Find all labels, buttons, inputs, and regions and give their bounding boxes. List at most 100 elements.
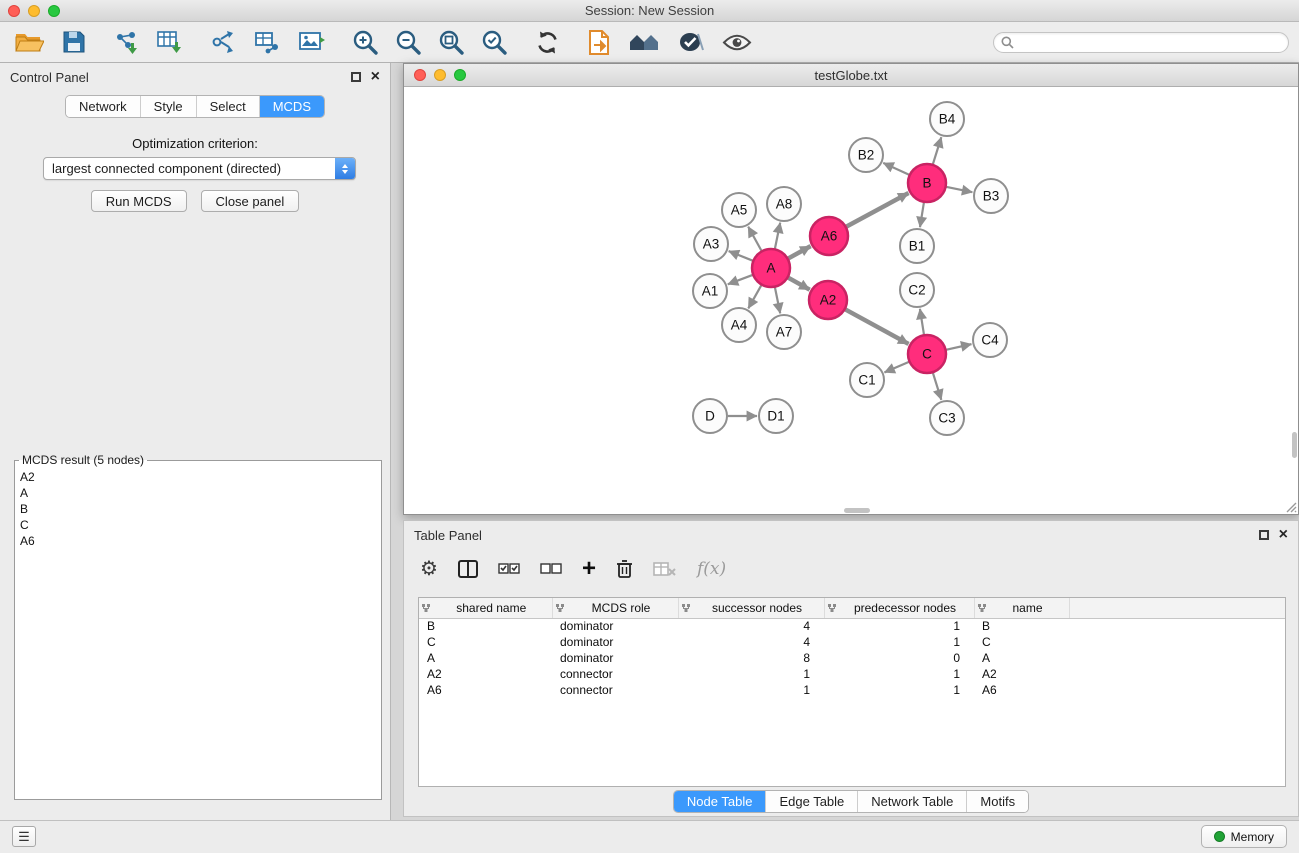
edge-C-C2[interactable] <box>920 309 924 334</box>
function-builder-button[interactable]: f(x) <box>697 559 726 579</box>
column-header-shared-name[interactable]: shared name <box>419 598 552 618</box>
zoom-out-button[interactable] <box>393 27 424 58</box>
node-D1[interactable]: D1 <box>759 399 793 433</box>
mcds-result-item[interactable]: B <box>15 501 381 517</box>
node-C[interactable]: C <box>908 335 946 373</box>
table-row[interactable]: A2connector11A2 <box>419 666 1285 682</box>
delete-table-button[interactable] <box>653 561 677 577</box>
edge-B-B2[interactable] <box>883 163 909 175</box>
deselect-all-columns-button[interactable] <box>540 562 562 576</box>
memory-button[interactable]: Memory <box>1201 825 1287 848</box>
mcds-result-item[interactable]: A <box>15 485 381 501</box>
share-network-button[interactable] <box>208 27 240 57</box>
edge-C-C1[interactable] <box>884 362 908 372</box>
mcds-result-item[interactable]: C <box>15 517 381 533</box>
import-table-button[interactable] <box>154 27 186 57</box>
show-graphics-button[interactable] <box>720 31 754 54</box>
node-B1[interactable]: B1 <box>900 229 934 263</box>
edge-B-B1[interactable] <box>920 203 924 227</box>
mcds-result-item[interactable]: A2 <box>15 469 381 485</box>
edge-A-A5[interactable] <box>748 227 761 251</box>
node-C4[interactable]: C4 <box>973 323 1007 357</box>
node-A[interactable]: A <box>752 249 790 287</box>
save-session-button[interactable] <box>60 28 88 56</box>
export-image-button[interactable] <box>296 27 328 57</box>
vertical-scrollbar-thumb[interactable] <box>1292 432 1297 458</box>
edge-A-A6[interactable] <box>789 246 811 258</box>
import-network-button[interactable] <box>110 27 142 57</box>
home-button[interactable] <box>626 29 662 55</box>
tab-select[interactable]: Select <box>197 96 260 117</box>
table-row[interactable]: Adominator80A <box>419 650 1285 666</box>
node-A8[interactable]: A8 <box>767 187 801 221</box>
column-header-name[interactable]: name <box>974 598 1069 618</box>
horizontal-scrollbar-thumb[interactable] <box>844 508 870 513</box>
edge-A-A7[interactable] <box>775 288 780 314</box>
node-A1[interactable]: A1 <box>693 274 727 308</box>
apply-style-button[interactable] <box>676 28 706 56</box>
node-B2[interactable]: B2 <box>849 138 883 172</box>
tab-motifs[interactable]: Motifs <box>967 791 1028 812</box>
node-A4[interactable]: A4 <box>722 308 756 342</box>
float-panel-icon[interactable] <box>351 72 361 82</box>
node-C1[interactable]: C1 <box>850 363 884 397</box>
criterion-select[interactable]: largest connected component (directed) <box>43 157 356 180</box>
tab-network-table[interactable]: Network Table <box>858 791 967 812</box>
delete-column-button[interactable] <box>616 559 633 579</box>
node-D[interactable]: D <box>693 399 727 433</box>
table-close-panel-icon[interactable]: × <box>1279 530 1288 540</box>
node-B4[interactable]: B4 <box>930 102 964 136</box>
node-A7[interactable]: A7 <box>767 315 801 349</box>
table-row[interactable]: Bdominator41B <box>419 618 1285 634</box>
search-field[interactable] <box>993 32 1289 53</box>
table-row[interactable]: A6connector11A6 <box>419 682 1285 698</box>
close-panel-icon[interactable]: × <box>371 72 380 82</box>
tab-edge-table[interactable]: Edge Table <box>766 791 858 812</box>
tab-style[interactable]: Style <box>141 96 197 117</box>
zoom-selected-button[interactable] <box>479 27 510 58</box>
zoom-fit-button[interactable] <box>436 27 467 58</box>
column-header-successor-nodes[interactable]: successor nodes <box>678 598 824 618</box>
table-settings-button[interactable]: ⚙ <box>420 559 438 579</box>
node-A6[interactable]: A6 <box>810 217 848 255</box>
edge-B-B4[interactable] <box>933 137 941 164</box>
network-canvas[interactable]: B4 B2 B B3 A5 A8 A6 B1 A3 A C2 A1 A2 A4 A7 C1 C C4 C3 D D1 <box>404 87 1298 514</box>
tab-network[interactable]: Network <box>66 96 141 117</box>
task-history-button[interactable]: ☰ <box>12 826 36 847</box>
tab-mcds[interactable]: MCDS <box>260 96 324 117</box>
column-header-mcds-role[interactable]: MCDS role <box>552 598 678 618</box>
edge-C-C4[interactable] <box>947 344 972 350</box>
edge-A-A2[interactable] <box>788 278 809 290</box>
open-session-button[interactable] <box>12 28 46 56</box>
node-A2[interactable]: A2 <box>809 281 847 319</box>
table-float-panel-icon[interactable] <box>1259 530 1269 540</box>
mcds-result-item[interactable]: A6 <box>15 533 381 549</box>
zoom-in-button[interactable] <box>350 27 381 58</box>
show-columns-button[interactable] <box>458 560 478 578</box>
table-row[interactable]: Cdominator41C <box>419 634 1285 650</box>
edge-A-A1[interactable] <box>728 275 753 284</box>
clone-network-button[interactable] <box>252 27 284 57</box>
resize-grip[interactable] <box>1285 501 1297 513</box>
node-A3[interactable]: A3 <box>694 227 728 261</box>
tab-node-table[interactable]: Node Table <box>674 791 767 812</box>
edge-A6-B[interactable] <box>847 193 909 226</box>
neighbors-doc-button[interactable] <box>585 27 614 58</box>
close-panel-button[interactable]: Close panel <box>201 190 300 212</box>
edge-B-B3[interactable] <box>947 187 973 192</box>
node-C3[interactable]: C3 <box>930 401 964 435</box>
apply-layout-button[interactable] <box>532 27 563 58</box>
column-header-predecessor-nodes[interactable]: predecessor nodes <box>824 598 974 618</box>
node-B3[interactable]: B3 <box>974 179 1008 213</box>
edge-A-A8[interactable] <box>775 223 780 249</box>
select-all-columns-button[interactable] <box>498 562 520 576</box>
edge-A2-C[interactable] <box>846 310 909 344</box>
search-input[interactable] <box>1014 36 1288 50</box>
edge-A-A3[interactable] <box>729 251 753 261</box>
node-C2[interactable]: C2 <box>900 273 934 307</box>
node-A5[interactable]: A5 <box>722 193 756 227</box>
edge-C-C3[interactable] <box>933 373 941 400</box>
edge-A-A4[interactable] <box>748 285 761 308</box>
network-window-titlebar[interactable]: testGlobe.txt <box>404 64 1298 87</box>
node-B[interactable]: B <box>908 164 946 202</box>
